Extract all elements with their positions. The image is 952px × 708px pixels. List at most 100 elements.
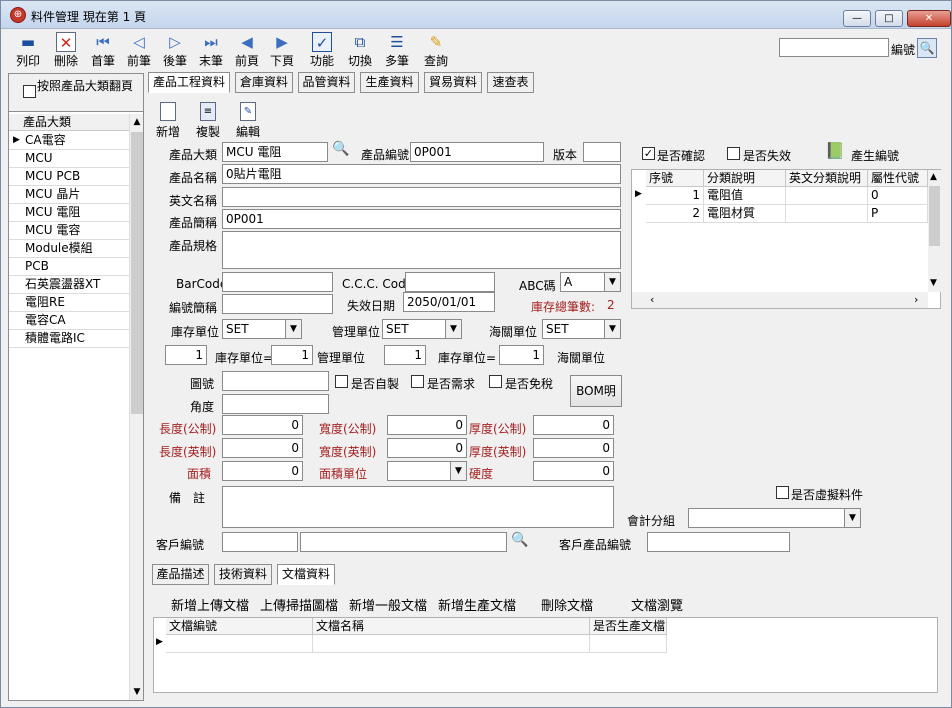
conv-customs-qty[interactable]: 1 — [499, 345, 544, 365]
mgmt-unit-select[interactable]: SET ▼ — [382, 319, 462, 339]
category-scrollbar[interactable]: ▲ ▼ — [129, 114, 143, 700]
thickness-imperial-field[interactable]: 0 — [533, 438, 614, 458]
customer-product-field[interactable] — [647, 532, 790, 552]
tab-technical-data[interactable]: 技術資料 — [214, 564, 272, 585]
code-short-field[interactable] — [222, 294, 333, 314]
close-button[interactable]: ✕ — [907, 10, 951, 27]
category-item[interactable]: MCU 電阻 — [9, 204, 129, 222]
grid-header[interactable]: 序號 — [646, 170, 704, 187]
area-field[interactable]: 0 — [222, 461, 303, 481]
scroll-thumb[interactable] — [131, 132, 143, 414]
scroll-thumb[interactable] — [929, 186, 940, 246]
english-name-field[interactable] — [222, 187, 621, 207]
category-item[interactable]: MCU 晶片 — [9, 186, 129, 204]
barcode-field[interactable] — [222, 272, 333, 292]
code-search-input[interactable] — [779, 38, 889, 57]
grid-cell[interactable]: 電阻材質 — [704, 205, 786, 223]
product-code-field[interactable]: 0P001 — [410, 142, 544, 162]
need-checkbox[interactable] — [411, 375, 424, 388]
print-button[interactable]: ▬ 列印 — [11, 32, 45, 70]
scroll-left-icon[interactable]: ‹ — [650, 293, 654, 306]
delete-document-action[interactable]: 刪除文檔 — [541, 595, 593, 614]
maximize-button[interactable]: □ — [875, 10, 903, 27]
grid-cell[interactable] — [786, 205, 868, 223]
grid-vertical-scrollbar[interactable]: ▲ ▼ — [928, 170, 941, 292]
grid-header[interactable]: 文檔編號 — [166, 618, 313, 635]
spec-field[interactable] — [222, 231, 621, 269]
copy-button[interactable]: ≡ 複製 — [193, 102, 223, 139]
minimize-button[interactable]: — — [843, 10, 871, 27]
tax-free-checkbox[interactable] — [489, 375, 502, 388]
angle-field[interactable] — [222, 394, 329, 414]
grid-cell[interactable]: 2 — [646, 205, 704, 223]
multi-record-button[interactable]: ☰ 多筆 — [380, 32, 414, 70]
bom-detail-button[interactable]: BOM明細 — [570, 375, 622, 428]
thickness-metric-field[interactable]: 0 — [533, 415, 614, 435]
tab-document-data[interactable]: 文檔資料 — [277, 564, 335, 585]
category-field[interactable]: MCU 電阻 — [222, 142, 328, 162]
group-by-category-option[interactable]: 按照產品大類翻頁 — [9, 74, 143, 112]
tab-quick-lookup[interactable]: 速查表 — [487, 72, 534, 93]
tab-engineering[interactable]: 產品工程資料 — [148, 72, 230, 93]
browse-document-action[interactable]: 文檔瀏覽 — [631, 595, 683, 614]
grid-cell[interactable] — [786, 187, 868, 205]
grid-header[interactable]: 是否生產文檔 — [590, 618, 667, 635]
grid-cell[interactable]: P — [868, 205, 928, 223]
category-lookup-icon[interactable]: 🔍 — [332, 141, 349, 157]
prev-page-button[interactable]: ◀ 前頁 — [230, 32, 264, 70]
category-item[interactable]: Module模組 — [9, 240, 129, 258]
scroll-down-icon[interactable]: ▼ — [130, 684, 144, 700]
new-production-document-action[interactable]: 新增生產文檔 — [438, 595, 516, 614]
area-unit-select[interactable]: ▼ — [387, 461, 467, 481]
category-item[interactable]: 電阻RE — [9, 294, 129, 312]
upload-scan-action[interactable]: 上傳掃描圖檔 — [260, 595, 338, 614]
tab-product-description[interactable]: 產品描述 — [152, 564, 209, 585]
stock-unit-select[interactable]: SET ▼ — [222, 319, 302, 339]
query-button[interactable]: ✎ 查詢 — [419, 32, 453, 70]
new-general-document-action[interactable]: 新增一般文檔 — [349, 595, 427, 614]
grid-horizontal-scrollbar[interactable]: ‹ › — [632, 292, 928, 308]
account-group-select[interactable]: ▼ — [688, 508, 861, 528]
grid-cell[interactable]: 電阻值 — [704, 187, 786, 205]
customer-lookup-icon[interactable]: 🔍 — [511, 532, 528, 548]
product-name-field[interactable]: 0貼片電阻 — [222, 164, 621, 184]
category-item[interactable]: MCU 電容 — [9, 222, 129, 240]
grid-header[interactable]: 屬性代號 — [868, 170, 928, 187]
drawing-no-field[interactable] — [222, 371, 329, 391]
function-button[interactable]: ✓ 功能 — [305, 32, 339, 70]
grid-cell[interactable]: 0 — [868, 187, 928, 205]
grid-header[interactable]: 英文分類說明 — [786, 170, 868, 187]
scroll-up-icon[interactable]: ▲ — [930, 172, 937, 182]
abc-code-select[interactable]: A ▼ — [560, 272, 621, 292]
scroll-up-icon[interactable]: ▲ — [130, 114, 144, 130]
category-item[interactable]: PCB — [9, 258, 129, 276]
customer-name-field[interactable] — [300, 532, 507, 552]
scroll-down-icon[interactable]: ▼ — [930, 278, 937, 288]
tab-production[interactable]: 生產資料 — [360, 72, 419, 93]
tab-quality[interactable]: 品管資料 — [298, 72, 355, 93]
width-metric-field[interactable]: 0 — [387, 415, 467, 435]
hardness-field[interactable]: 0 — [533, 461, 614, 481]
tab-warehouse[interactable]: 倉庫資料 — [235, 72, 293, 93]
short-name-field[interactable]: 0P001 — [222, 209, 621, 229]
width-imperial-field[interactable]: 0 — [387, 438, 467, 458]
version-field[interactable] — [583, 142, 621, 162]
delete-button[interactable]: ✕ 刪除 — [49, 32, 83, 70]
scroll-right-icon[interactable]: › — [914, 293, 918, 306]
edit-button[interactable]: ✎ 編輯 — [233, 102, 263, 139]
prev-record-button[interactable]: ◁ 前筆 — [122, 32, 156, 70]
conv-mgmt-qty[interactable]: 1 — [271, 345, 313, 365]
confirmed-checkbox[interactable]: ✓ — [642, 147, 655, 160]
tab-trade[interactable]: 貿易資料 — [424, 72, 482, 93]
self-made-checkbox[interactable] — [335, 375, 348, 388]
category-item[interactable]: 石英震盪器XT — [9, 276, 129, 294]
next-record-button[interactable]: ▷ 後筆 — [158, 32, 192, 70]
switch-button[interactable]: ⧉ 切換 — [343, 32, 377, 70]
category-item[interactable]: ▶ CA電容 — [9, 132, 129, 150]
grid-header[interactable]: 分類說明 — [704, 170, 786, 187]
category-item[interactable]: MCU PCB — [9, 168, 129, 186]
grid-cell[interactable] — [313, 635, 590, 653]
ccc-code-field[interactable] — [405, 272, 495, 292]
last-record-button[interactable]: ⏭ 末筆 — [194, 32, 228, 70]
category-item[interactable]: 積體電路IC — [9, 330, 129, 348]
